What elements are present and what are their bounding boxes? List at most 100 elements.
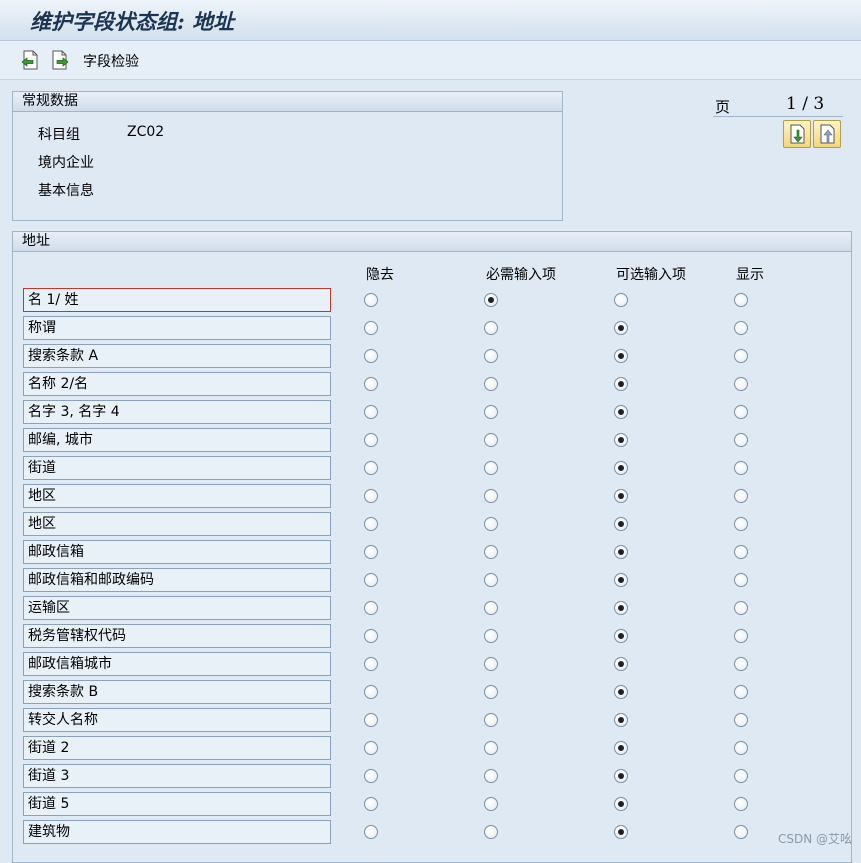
radio-required[interactable] bbox=[484, 769, 498, 783]
radio-hide[interactable] bbox=[364, 349, 378, 363]
radio-hide[interactable] bbox=[364, 461, 378, 475]
radio-hide[interactable] bbox=[364, 741, 378, 755]
field-name-box[interactable]: 邮编, 城市 bbox=[23, 428, 331, 452]
radio-hide[interactable] bbox=[364, 321, 378, 335]
radio-display[interactable] bbox=[734, 321, 748, 335]
radio-optional[interactable] bbox=[614, 489, 628, 503]
field-name-box[interactable]: 街道 2 bbox=[23, 736, 331, 760]
field-name-box[interactable]: 街道 3 bbox=[23, 764, 331, 788]
radio-hide[interactable] bbox=[364, 685, 378, 699]
radio-required[interactable] bbox=[484, 657, 498, 671]
radio-required[interactable] bbox=[484, 433, 498, 447]
radio-hide[interactable] bbox=[364, 433, 378, 447]
radio-hide[interactable] bbox=[364, 573, 378, 587]
radio-required[interactable] bbox=[484, 405, 498, 419]
radio-hide[interactable] bbox=[364, 405, 378, 419]
radio-optional[interactable] bbox=[614, 685, 628, 699]
radio-optional[interactable] bbox=[614, 461, 628, 475]
field-name-box[interactable]: 街道 5 bbox=[23, 792, 331, 816]
radio-hide[interactable] bbox=[364, 825, 378, 839]
radio-optional[interactable] bbox=[614, 321, 628, 335]
radio-optional[interactable] bbox=[614, 629, 628, 643]
radio-display[interactable] bbox=[734, 433, 748, 447]
page-up-button[interactable] bbox=[813, 120, 841, 148]
field-name-box[interactable]: 名称 2/名 bbox=[23, 372, 331, 396]
field-name-box[interactable]: 邮政信箱 bbox=[23, 540, 331, 564]
radio-optional[interactable] bbox=[614, 405, 628, 419]
field-check-button[interactable]: 字段检验 bbox=[83, 51, 139, 71]
field-name-box[interactable]: 搜索条款 A bbox=[23, 344, 331, 368]
field-name-box[interactable]: 街道 bbox=[23, 456, 331, 480]
radio-display[interactable] bbox=[734, 769, 748, 783]
radio-optional[interactable] bbox=[614, 349, 628, 363]
radio-display[interactable] bbox=[734, 685, 748, 699]
radio-display[interactable] bbox=[734, 349, 748, 363]
radio-display[interactable] bbox=[734, 713, 748, 727]
radio-hide[interactable] bbox=[364, 657, 378, 671]
radio-optional[interactable] bbox=[614, 545, 628, 559]
radio-required[interactable] bbox=[484, 461, 498, 475]
radio-display[interactable] bbox=[734, 461, 748, 475]
field-name-box[interactable]: 地区 bbox=[23, 484, 331, 508]
field-name-box[interactable]: 税务管辖权代码 bbox=[23, 624, 331, 648]
radio-required[interactable] bbox=[484, 601, 498, 615]
radio-optional[interactable] bbox=[614, 657, 628, 671]
radio-display[interactable] bbox=[734, 573, 748, 587]
field-name-box[interactable]: 运输区 bbox=[23, 596, 331, 620]
field-name-box[interactable]: 地区 bbox=[23, 512, 331, 536]
radio-optional[interactable] bbox=[614, 825, 628, 839]
radio-required[interactable] bbox=[484, 517, 498, 531]
radio-hide[interactable] bbox=[364, 293, 378, 307]
field-name-box[interactable]: 称谓 bbox=[23, 316, 331, 340]
radio-required[interactable] bbox=[484, 713, 498, 727]
field-name-box[interactable]: 名 1/ 姓 bbox=[23, 288, 331, 312]
radio-optional[interactable] bbox=[614, 769, 628, 783]
radio-required[interactable] bbox=[484, 349, 498, 363]
radio-required[interactable] bbox=[484, 489, 498, 503]
radio-optional[interactable] bbox=[614, 517, 628, 531]
radio-display[interactable] bbox=[734, 741, 748, 755]
radio-display[interactable] bbox=[734, 825, 748, 839]
field-name-box[interactable]: 建筑物 bbox=[23, 820, 331, 844]
radio-hide[interactable] bbox=[364, 517, 378, 531]
radio-optional[interactable] bbox=[614, 573, 628, 587]
next-page-icon[interactable] bbox=[50, 50, 70, 70]
radio-hide[interactable] bbox=[364, 377, 378, 391]
radio-required[interactable] bbox=[484, 545, 498, 559]
radio-hide[interactable] bbox=[364, 797, 378, 811]
radio-hide[interactable] bbox=[364, 545, 378, 559]
field-name-box[interactable]: 邮政信箱城市 bbox=[23, 652, 331, 676]
radio-optional[interactable] bbox=[614, 293, 628, 307]
radio-optional[interactable] bbox=[614, 713, 628, 727]
radio-required[interactable] bbox=[484, 321, 498, 335]
radio-required[interactable] bbox=[484, 629, 498, 643]
field-name-box[interactable]: 搜索条款 B bbox=[23, 680, 331, 704]
radio-optional[interactable] bbox=[614, 601, 628, 615]
radio-hide[interactable] bbox=[364, 629, 378, 643]
radio-optional[interactable] bbox=[614, 377, 628, 391]
radio-required[interactable] bbox=[484, 797, 498, 811]
radio-hide[interactable] bbox=[364, 769, 378, 783]
radio-required[interactable] bbox=[484, 741, 498, 755]
field-name-box[interactable]: 邮政信箱和邮政编码 bbox=[23, 568, 331, 592]
radio-display[interactable] bbox=[734, 797, 748, 811]
radio-required[interactable] bbox=[484, 293, 498, 307]
radio-optional[interactable] bbox=[614, 741, 628, 755]
radio-display[interactable] bbox=[734, 629, 748, 643]
radio-hide[interactable] bbox=[364, 489, 378, 503]
radio-required[interactable] bbox=[484, 825, 498, 839]
radio-hide[interactable] bbox=[364, 713, 378, 727]
radio-display[interactable] bbox=[734, 517, 748, 531]
field-name-box[interactable]: 名字 3, 名字 4 bbox=[23, 400, 331, 424]
page-down-button[interactable] bbox=[783, 120, 811, 148]
field-name-box[interactable]: 转交人名称 bbox=[23, 708, 331, 732]
radio-required[interactable] bbox=[484, 377, 498, 391]
radio-optional[interactable] bbox=[614, 797, 628, 811]
radio-required[interactable] bbox=[484, 685, 498, 699]
radio-required[interactable] bbox=[484, 573, 498, 587]
radio-display[interactable] bbox=[734, 293, 748, 307]
radio-display[interactable] bbox=[734, 545, 748, 559]
previous-page-icon[interactable] bbox=[20, 50, 40, 70]
radio-display[interactable] bbox=[734, 489, 748, 503]
radio-display[interactable] bbox=[734, 601, 748, 615]
